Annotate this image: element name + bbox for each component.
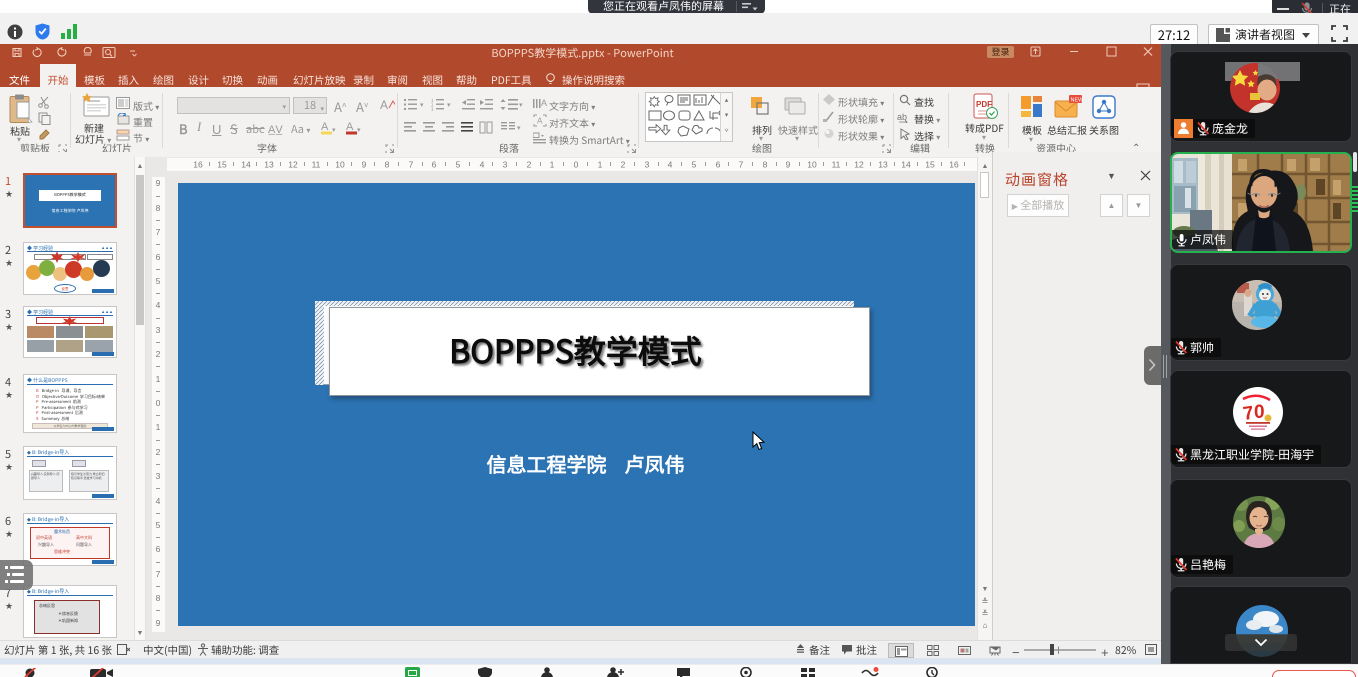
svg-text:A: A <box>380 98 388 112</box>
svg-text:A: A <box>321 121 329 133</box>
svg-text:9: 9 <box>156 618 161 628</box>
svg-text:8: 8 <box>763 160 768 170</box>
svg-text:A: A <box>346 121 354 133</box>
svg-text:▾: ▾ <box>517 123 521 133</box>
svg-text:3: 3 <box>156 325 161 335</box>
svg-text:2: 2 <box>621 160 626 170</box>
svg-text:6: 6 <box>156 544 161 554</box>
svg-text:1: 1 <box>550 160 555 170</box>
svg-text:▾: ▾ <box>420 100 424 110</box>
svg-text:7: 7 <box>739 160 744 170</box>
svg-text:5: 5 <box>156 276 161 286</box>
svg-text:13: 13 <box>264 160 274 170</box>
svg-text:10: 10 <box>335 160 345 170</box>
svg-text:▾: ▾ <box>332 125 336 135</box>
svg-text:9: 9 <box>156 178 161 188</box>
svg-text:12: 12 <box>288 160 298 170</box>
svg-text:1: 1 <box>156 374 161 384</box>
svg-text:4: 4 <box>156 300 161 310</box>
svg-text:6: 6 <box>432 160 437 170</box>
svg-text:16: 16 <box>193 160 203 170</box>
svg-text:A: A <box>541 98 547 108</box>
svg-text:3: 3 <box>431 107 434 111</box>
svg-text:14: 14 <box>241 160 251 170</box>
svg-text:NEW: NEW <box>1071 98 1084 104</box>
svg-text:7: 7 <box>156 227 161 237</box>
svg-text:3: 3 <box>645 160 650 170</box>
svg-text:11: 11 <box>832 160 841 170</box>
svg-text:4: 4 <box>668 160 673 170</box>
svg-text:15: 15 <box>217 160 227 170</box>
svg-text:1: 1 <box>598 160 603 170</box>
svg-text:3: 3 <box>503 160 508 170</box>
svg-text:0: 0 <box>1254 402 1265 423</box>
svg-text:2: 2 <box>156 349 161 359</box>
svg-text:16: 16 <box>949 160 959 170</box>
svg-text:5: 5 <box>156 520 161 530</box>
svg-text:15: 15 <box>925 160 935 170</box>
svg-text:6: 6 <box>156 252 161 262</box>
svg-text:0: 0 <box>156 398 161 408</box>
svg-text:11: 11 <box>312 160 321 170</box>
svg-text:5: 5 <box>692 160 697 170</box>
svg-text:0: 0 <box>574 160 579 170</box>
svg-text:12: 12 <box>854 160 864 170</box>
svg-text:3: 3 <box>156 471 161 481</box>
svg-text:2: 2 <box>527 160 532 170</box>
svg-text:5: 5 <box>456 160 461 170</box>
svg-text:13: 13 <box>878 160 888 170</box>
svg-text:8: 8 <box>385 160 390 170</box>
svg-text:1: 1 <box>156 422 161 432</box>
svg-text:14: 14 <box>901 160 911 170</box>
svg-text:A: A <box>537 117 543 126</box>
svg-text:9: 9 <box>786 160 791 170</box>
svg-text:▾: ▾ <box>357 125 361 135</box>
svg-text:8: 8 <box>156 593 161 603</box>
svg-text:▾: ▾ <box>447 100 451 110</box>
svg-text:7: 7 <box>409 160 414 170</box>
svg-text:8: 8 <box>156 203 161 213</box>
svg-text:6: 6 <box>716 160 721 170</box>
svg-text:4: 4 <box>480 160 485 170</box>
svg-text:2: 2 <box>156 447 161 457</box>
svg-text:▾: ▾ <box>519 100 523 110</box>
svg-text:7: 7 <box>156 569 161 579</box>
svg-text:4: 4 <box>156 496 161 506</box>
svg-text:10: 10 <box>807 160 817 170</box>
svg-text:9: 9 <box>362 160 367 170</box>
